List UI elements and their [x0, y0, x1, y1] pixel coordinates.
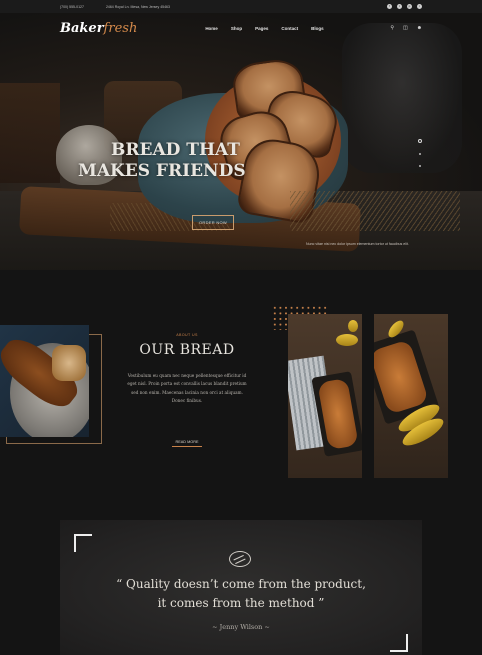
nav-item-contact[interactable]: Contact [281, 26, 298, 31]
nav-item-pages[interactable]: Pages [255, 26, 268, 31]
about-paragraph: Vestibulum eu quam nec neque pellentesqu… [127, 373, 247, 404]
nav-icons: ⚲ ◫ ☻ [390, 25, 422, 31]
phone-number[interactable]: (700) 555-0127 [60, 5, 84, 9]
banana-slice [336, 334, 358, 346]
slider-dots [418, 139, 422, 167]
bread-plate-photo [0, 325, 89, 437]
nav-item-home[interactable]: Home [205, 26, 218, 31]
top-bar: (700) 555-0127 2464 Royal Ln. Mesa, New … [0, 0, 482, 13]
hero-bottles [342, 23, 462, 173]
slider-dot[interactable] [419, 165, 421, 167]
corner-decoration-bottom-right [390, 634, 408, 652]
slider-dot[interactable] [419, 153, 421, 155]
bread-icon [229, 551, 251, 567]
quote-line1: “ Quality doesn’t come from the product, [116, 577, 366, 591]
user-icon[interactable]: ☻ [417, 25, 422, 31]
hero-caption: Nunc vitae nisi nec dolor ipsum elementu… [306, 242, 409, 246]
hero-title-line1: BREAD THAT [111, 140, 240, 160]
instagram-icon[interactable]: i [417, 4, 422, 9]
facebook-icon[interactable]: f [387, 4, 392, 9]
hero-twigs [290, 191, 460, 231]
pinterest-icon[interactable]: p [407, 4, 412, 9]
nav-item-shop[interactable]: Shop [231, 26, 242, 31]
quote-line2: it comes from the method ” [157, 596, 325, 610]
about-title: OUR BREAD [139, 342, 235, 358]
logo-main: Baker [60, 20, 104, 36]
main-nav: Bakerfresh Home Shop Pages Contact Blogs… [0, 13, 482, 43]
hero-shelf [0, 83, 60, 183]
testimonial-quote: “ Quality doesn’t come from the product,… [80, 575, 402, 613]
cart-icon[interactable]: ◫ [403, 25, 408, 31]
testimonial-author: ~ Jenny Wilson ~ [212, 623, 270, 631]
logo-accent: fresh [103, 20, 138, 36]
bread-piece [52, 345, 86, 381]
nav-menu: Home Shop Pages Contact Blogs [205, 26, 323, 31]
nav-item-blogs[interactable]: Blogs [311, 26, 324, 31]
read-more-link[interactable]: READ MORE [172, 440, 202, 447]
order-now-button[interactable]: ORDER NOW [192, 215, 234, 230]
banana-bread-photo-left [288, 314, 362, 478]
social-links: f t p i [387, 4, 422, 9]
about-label: ABOUT US [176, 333, 198, 337]
address: 2464 Royal Ln. Mesa, New Jersey 45463 [105, 4, 170, 9]
hero-title-line2: MAKES FRIENDS [78, 161, 246, 181]
hero-section: BREAD THAT MAKES FRIENDS ORDER NOW Nunc … [0, 13, 482, 270]
search-icon[interactable]: ⚲ [390, 25, 394, 31]
logo[interactable]: Bakerfresh [60, 21, 137, 36]
banana [348, 320, 358, 332]
banana-bread-photo-right [374, 314, 448, 478]
corner-decoration-top-left [74, 534, 92, 552]
twitter-icon[interactable]: t [397, 4, 402, 9]
slider-dot[interactable] [418, 139, 422, 143]
hero-title: BREAD THAT MAKES FRIENDS [78, 140, 246, 182]
